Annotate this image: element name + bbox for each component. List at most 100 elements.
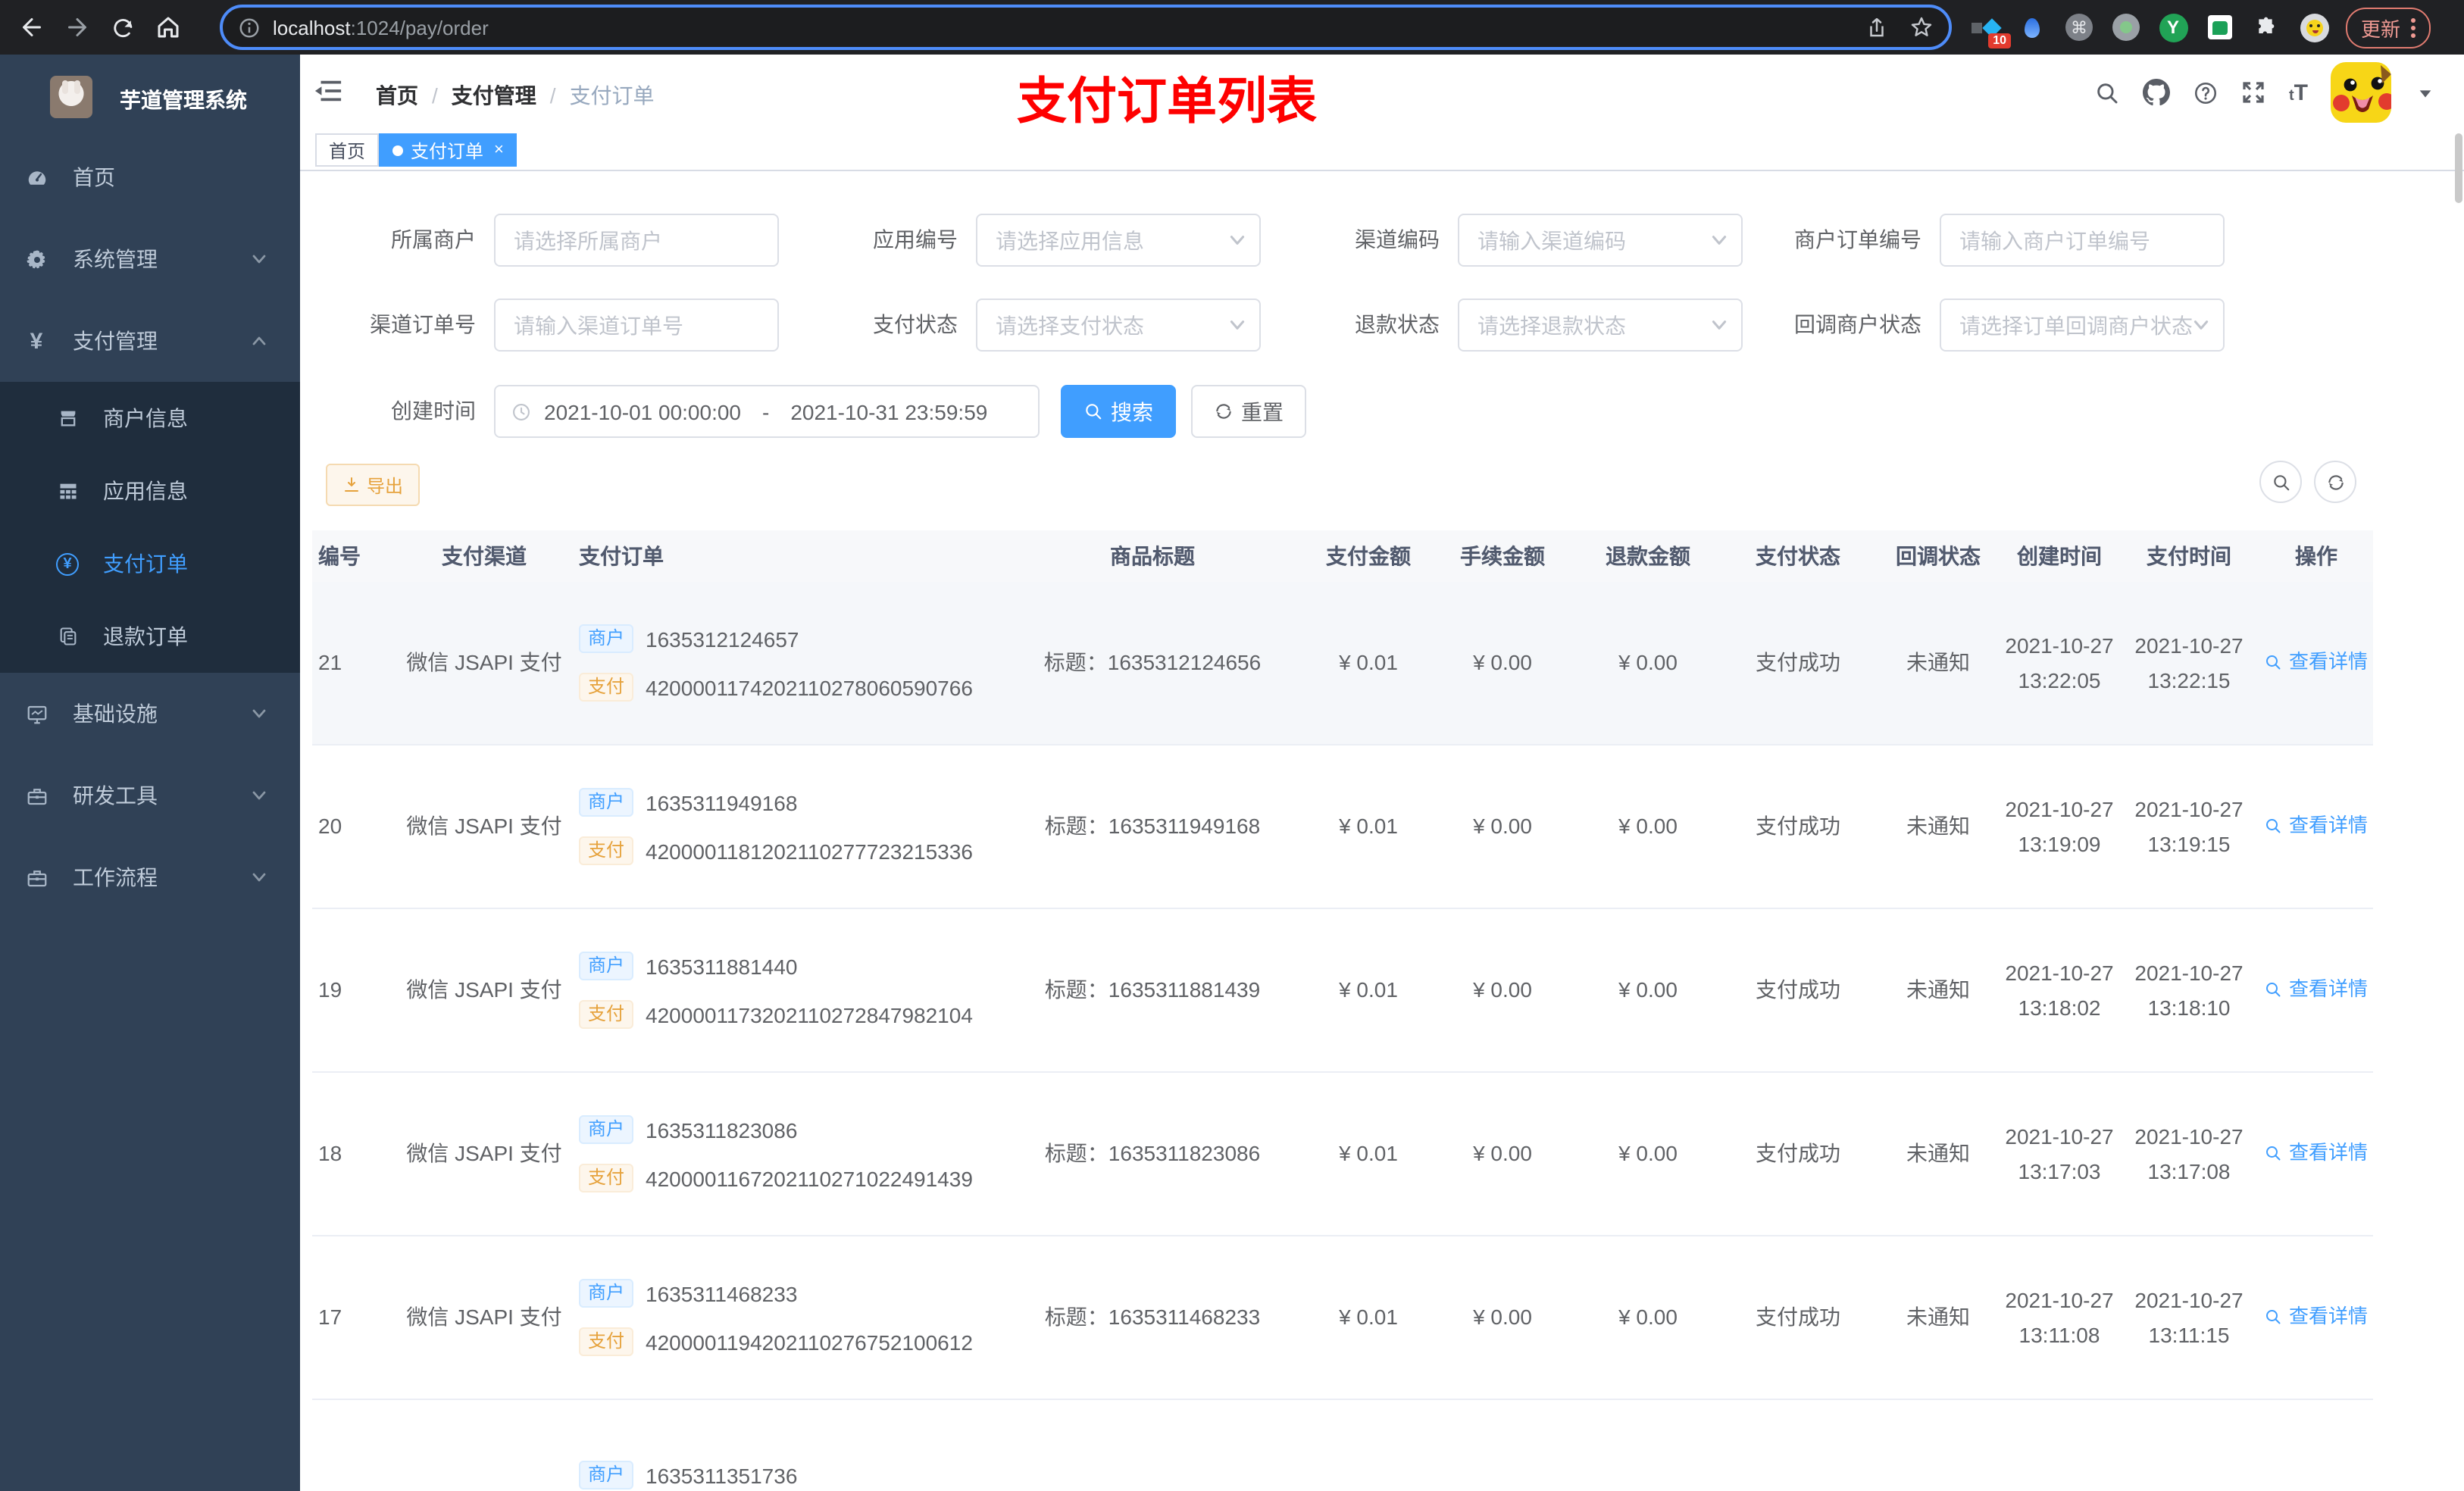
sidebar-item-merchant-info[interactable]: 商户信息: [0, 382, 300, 455]
product-title: 标题：1635311881439: [1044, 977, 1261, 1002]
toggle-search-button[interactable]: [2259, 461, 2302, 503]
table-row[interactable]: 21 微信 JSAPI 支付 商户 1635312124657 支付 42000…: [312, 582, 2373, 746]
filter-app: 应用编号: [779, 214, 1261, 267]
close-tab-icon[interactable]: ×: [494, 141, 504, 158]
table-row[interactable]: 19 微信 JSAPI 支付 商户 1635311881440 支付 42000…: [312, 909, 2373, 1073]
browser-back-button[interactable]: [9, 5, 55, 50]
pay-amount: ¥ 0.01: [1339, 814, 1398, 838]
app-select[interactable]: [976, 214, 1261, 267]
merchant-order-no: 1635311351736: [646, 1463, 798, 1487]
tab-home[interactable]: 首页: [315, 133, 380, 167]
extension-icon-4[interactable]: [2111, 12, 2141, 42]
extensions-puzzle-icon[interactable]: [2252, 12, 2282, 42]
breadcrumb-current: 支付订单: [569, 83, 655, 108]
pay-tag: 支付: [579, 1000, 634, 1029]
tab-pay-order[interactable]: 支付订单 ×: [379, 133, 518, 167]
breadcrumb-payment[interactable]: 支付管理: [452, 80, 536, 111]
share-icon[interactable]: [1865, 16, 1888, 39]
url-path: :1024/pay/order: [350, 16, 489, 39]
merchant-tag: 商户: [579, 1461, 634, 1489]
extension-icon-2[interactable]: [2017, 12, 2047, 42]
pay-order-cell: 商户 1635311881440 支付 42000011732021102728…: [573, 952, 997, 1029]
search-button[interactable]: 搜索: [1061, 385, 1176, 438]
sidebar-item-refund-order[interactable]: 退款订单: [0, 600, 300, 673]
export-button[interactable]: 导出: [326, 464, 421, 506]
breadcrumb-home[interactable]: 首页: [376, 80, 418, 111]
payment-submenu: 商户信息 应用信息 ¥ 支付订单 退款订单: [0, 382, 300, 673]
view-detail-link[interactable]: 查看详情: [2265, 645, 2368, 680]
channel-order-no: 4200001173202110272847982104: [646, 1002, 973, 1027]
address-bar[interactable]: localhost:1024/pay/order: [220, 5, 1952, 50]
merchant-tag: 商户: [579, 1115, 634, 1144]
page-scrollbar[interactable]: [2455, 133, 2462, 203]
callback-status-select[interactable]: [1940, 299, 2225, 352]
browser-menu-icon: [2411, 17, 2416, 37]
sidebar-item-workflow[interactable]: 工作流程: [0, 836, 300, 918]
table-row[interactable]: 20 微信 JSAPI 支付 商户 1635311949168 支付 42000…: [312, 746, 2373, 909]
chevron-down-icon: [250, 250, 268, 268]
toolbox-icon: [24, 865, 48, 889]
browser-update-menu[interactable]: 更新: [2346, 7, 2431, 48]
view-detail-link[interactable]: 查看详情: [2265, 808, 2368, 843]
site-info-icon[interactable]: [238, 16, 261, 39]
sidebar-item-pay-order[interactable]: ¥ 支付订单: [0, 527, 300, 600]
sidebar-logo[interactable]: 芋道管理系统: [0, 64, 300, 136]
pay-order-cell: 商户 1635311823086 支付 42000011672021102710…: [573, 1115, 997, 1192]
browser-profile-avatar[interactable]: [2299, 12, 2329, 42]
sidebar-item-app-info[interactable]: 应用信息: [0, 455, 300, 527]
refund-status-select[interactable]: [1458, 299, 1743, 352]
sidebar: 芋道管理系统 首页 系统管理 ¥ 支付管理 商户信息 应用信息 ¥ 支付订单 退…: [0, 55, 300, 1491]
refund-amount: ¥ 0.00: [1618, 1141, 1678, 1165]
pay-status: 支付成功: [1756, 977, 1840, 1002]
yen-icon: ¥: [30, 328, 43, 354]
reset-button[interactable]: 重置: [1191, 385, 1306, 438]
extension-icon-6[interactable]: [2205, 12, 2235, 42]
sidebar-item-infrastructure[interactable]: 基础设施: [0, 673, 300, 755]
channel-order-no: 4200001181202110277723215336: [646, 839, 973, 863]
extension-icon-1[interactable]: 10: [1970, 12, 2011, 48]
table-row[interactable]: 18 微信 JSAPI 支付 商户 1635311823086 支付 42000…: [312, 1073, 2373, 1236]
documents-icon: [56, 625, 79, 648]
refresh-table-button[interactable]: [2314, 461, 2356, 503]
chevron-down-icon: [250, 868, 268, 886]
chevron-up-icon: [250, 332, 268, 350]
screen: localhost:1024/pay/order 10 ⌘ Y 更新 芋道管理…: [0, 0, 2464, 1491]
view-detail-link[interactable]: 查看详情: [2265, 972, 2368, 1007]
avatar-caret-icon[interactable]: [2417, 84, 2434, 101]
sidebar-item-home[interactable]: 首页: [0, 136, 300, 218]
sidebar-item-dev-tools[interactable]: 研发工具: [0, 755, 300, 836]
sidebar-collapse-icon[interactable]: [314, 79, 342, 103]
bookmark-star-icon[interactable]: [1909, 15, 1934, 39]
pay-tag: 支付: [579, 673, 634, 702]
filter-row-1: 所属商户 应用编号 渠道编码 商户订单编号: [297, 214, 2225, 267]
help-icon[interactable]: [2194, 80, 2219, 105]
yen-circle-icon: ¥: [56, 552, 79, 575]
extension-icon-3[interactable]: ⌘: [2064, 12, 2094, 42]
sidebar-item-system[interactable]: 系统管理: [0, 218, 300, 300]
merchant-tag: 商户: [579, 952, 634, 980]
sidebar-item-payment[interactable]: ¥ 支付管理: [0, 300, 300, 382]
github-icon[interactable]: [2143, 79, 2171, 106]
browser-reload-button[interactable]: [100, 5, 145, 50]
product-title: 标题：1635312124656: [1043, 650, 1262, 674]
channel-code-select[interactable]: [1458, 214, 1743, 267]
view-detail-link[interactable]: 查看详情: [2265, 1136, 2368, 1171]
fullscreen-icon[interactable]: [2242, 80, 2266, 105]
fee-amount: ¥ 0.00: [1473, 814, 1532, 838]
create-time-range-picker[interactable]: 2021-10-01 00:00:00 - 2021-10-31 23:59:5…: [494, 385, 1040, 438]
view-detail-link[interactable]: 查看详情: [2265, 1299, 2368, 1334]
merchant-order-no: 1635311949168: [646, 790, 798, 814]
channel-order-no: 4200001174202110278060590766: [646, 675, 973, 699]
header-search-icon[interactable]: [2095, 80, 2121, 105]
merchant-order-no-input[interactable]: [1940, 214, 2225, 267]
extension-icon-5[interactable]: Y: [2158, 12, 2188, 42]
merchant-select[interactable]: [494, 214, 779, 267]
channel-order-no-input[interactable]: [494, 299, 779, 352]
table-row[interactable]: 17 微信 JSAPI 支付 商户 1635311468233 支付 42000…: [312, 1236, 2373, 1400]
created-time: 2021-10-27 13:19:09: [2005, 796, 2114, 855]
browser-home-button[interactable]: [145, 5, 191, 50]
font-size-icon[interactable]: tT: [2289, 80, 2308, 105]
browser-forward-button[interactable]: [55, 5, 100, 50]
pay-status-select[interactable]: [976, 299, 1261, 352]
user-avatar[interactable]: [2331, 62, 2391, 123]
